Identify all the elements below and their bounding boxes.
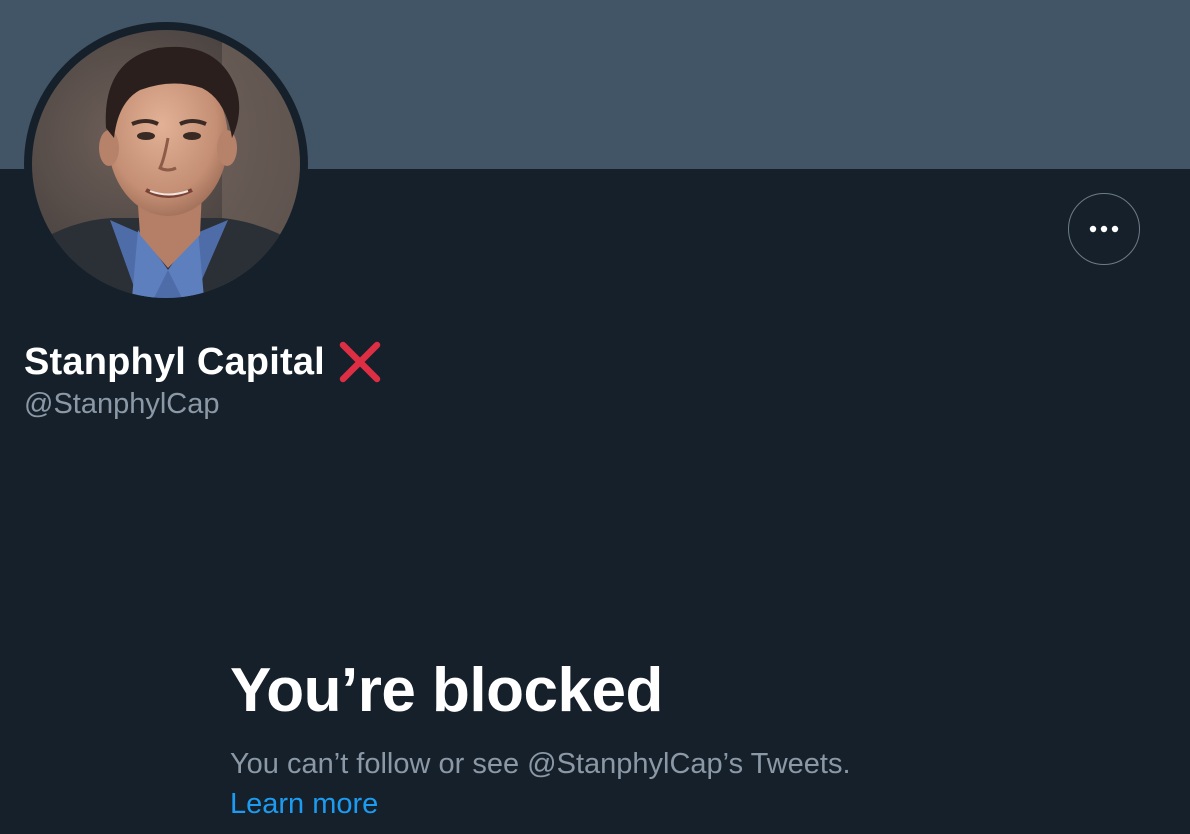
profile-name-row: Stanphyl Capital xyxy=(24,338,383,386)
blocked-title: You’re blocked xyxy=(230,656,663,725)
more-horizontal-icon xyxy=(1089,225,1119,233)
more-options-button[interactable] xyxy=(1068,193,1140,265)
profile-avatar[interactable] xyxy=(24,22,308,306)
avatar-photo xyxy=(32,30,300,298)
profile-handle: @StanphylCap xyxy=(24,388,220,420)
display-name: Stanphyl Capital xyxy=(24,340,325,383)
cross-mark-icon xyxy=(339,341,381,383)
blocked-description: You can’t follow or see @StanphylCap’s T… xyxy=(230,748,851,780)
learn-more-link[interactable]: Learn more xyxy=(230,788,378,821)
